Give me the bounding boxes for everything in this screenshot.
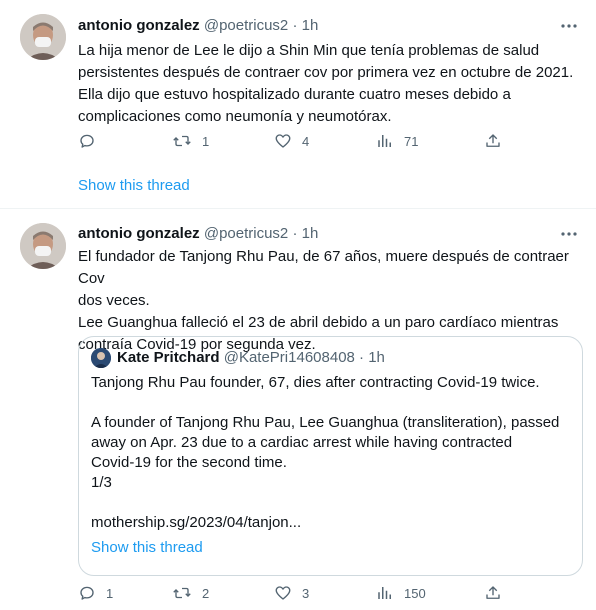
quoted-link[interactable]: mothership.sg/2023/04/tanjon... [91,513,571,533]
tweet-text-line: persistentes después de contraer cov por… [78,64,574,81]
views-count: 150 [404,585,426,601]
share-button[interactable] [484,583,512,603]
share-icon [484,584,512,602]
tweet[interactable]: antonio gonzalez @poetricus2 · 1h La hij… [0,0,596,209]
retweet-icon [172,584,202,602]
quoted-tweet-header: Kate Pritchard @KatePri14608408 · 1h [117,349,385,367]
like-count: 3 [302,585,310,601]
quoted-tweet-time: 1h [368,349,385,366]
heart-icon [274,132,302,150]
reply-button[interactable]: 1 [78,583,113,603]
author-avatar[interactable] [20,223,66,269]
tweet-time[interactable]: 1h [302,225,319,242]
author-avatar[interactable] [20,14,66,60]
like-button[interactable]: 4 [274,131,309,151]
quoted-text-line: Covid-19 for the second time. [91,454,287,471]
views-icon [376,584,404,602]
reply-icon [78,584,106,602]
retweet-count: 1 [202,133,210,149]
tweet-text-line: dos veces. [78,292,150,309]
author-handle[interactable]: @poetricus2 [204,17,288,34]
quoted-text-line: Tanjong Rhu Pau founder, 67, dies after … [91,374,540,391]
author-name[interactable]: antonio gonzalez [78,225,200,242]
heart-icon [274,584,302,602]
tweet-text-line: Ella dijo que estuvo hospitalizado duran… [78,86,511,103]
quoted-text-line: A founder of Tanjong Rhu Pau, Lee Guangh… [91,414,560,431]
retweet-count: 2 [202,585,210,601]
separator-dot: · [359,349,365,366]
quoted-show-thread-link[interactable]: Show this thread [91,539,203,557]
quoted-text-line: away on Apr. 23 due to a cardiac arrest … [91,434,513,451]
more-icon[interactable] [560,225,578,243]
tweet-text-line: La hija menor de Lee le dijo a Shin Min … [78,42,540,59]
author-name[interactable]: antonio gonzalez [78,17,200,34]
separator-dot: · [292,17,298,34]
views-icon [376,132,404,150]
author-handle[interactable]: @poetricus2 [204,225,288,242]
like-button[interactable]: 3 [274,583,309,603]
tweet-actions: 1 2 3 150 [78,583,518,603]
retweet-button[interactable]: 1 [172,131,209,151]
retweet-button[interactable]: 2 [172,583,209,603]
quoted-tweet-text: Tanjong Rhu Pau founder, 67, dies after … [91,373,571,533]
quoted-text-line: 1/3 [91,474,112,491]
views-button[interactable]: 150 [376,583,426,603]
reply-button[interactable] [78,131,106,151]
quoted-author-name: Kate Pritchard [117,349,220,366]
tweet[interactable]: antonio gonzalez @poetricus2 · 1h El fun… [0,210,596,610]
tweet-text: La hija menor de Lee le dijo a Shin Min … [78,40,578,128]
separator-dot: · [292,225,298,242]
tweet-time[interactable]: 1h [302,17,319,34]
tweet-header: antonio gonzalez @poetricus2 · 1h [78,225,318,243]
tweet-text-line: El fundador de Tanjong Rhu Pau, de 67 añ… [78,248,569,287]
show-thread-link[interactable]: Show this thread [78,177,190,195]
tweet-text-line: Lee Guanghua falleció el 23 de abril deb… [78,314,559,331]
tweet-text-line: complicaciones como neumonía y neumotóra… [78,108,392,125]
views-count: 71 [404,133,419,149]
share-button[interactable] [484,131,512,151]
reply-count: 1 [106,585,114,601]
views-button[interactable]: 71 [376,131,418,151]
tweet-header: antonio gonzalez @poetricus2 · 1h [78,17,318,35]
quoted-tweet[interactable]: Kate Pritchard @KatePri14608408 · 1h Tan… [78,336,583,576]
more-icon[interactable] [560,17,578,35]
share-icon [484,132,512,150]
like-count: 4 [302,133,310,149]
tweet-actions: 1 4 71 [78,131,518,151]
quoted-author-handle: @KatePri14608408 [223,349,355,366]
reply-icon [78,132,106,150]
retweet-icon [172,132,202,150]
quoted-author-avatar[interactable] [91,348,111,368]
